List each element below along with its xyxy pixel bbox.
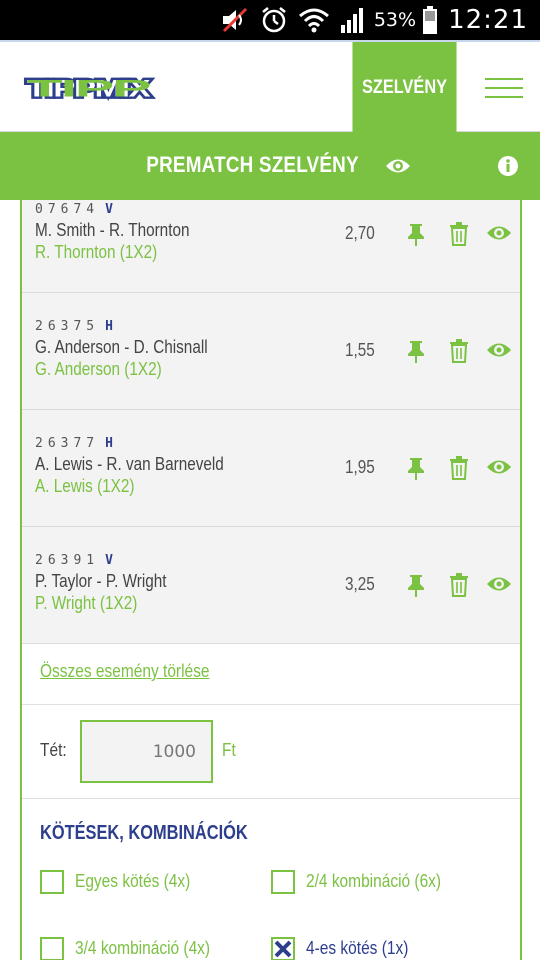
event-code: 26391 xyxy=(35,553,100,568)
bet-row: 07674 V M. Smith - R. Thornton R. Thornto… xyxy=(22,200,520,293)
battery-icon xyxy=(422,6,438,34)
wifi-icon xyxy=(298,7,330,33)
match-name: G. Anderson - D. Chisnall xyxy=(35,337,208,357)
pin-icon[interactable] xyxy=(406,573,426,597)
bet-row: 26391 V P. Taylor - P. Wright P. Wright (… xyxy=(22,527,520,644)
svg-text:TIPP: TIPP xyxy=(27,75,152,101)
bet-pick: G. Anderson (1X2) xyxy=(35,359,162,379)
stake-unit: Ft xyxy=(222,740,236,760)
bet-side: H xyxy=(105,319,113,334)
checkbox-label: 3/4 kombináció (4x) xyxy=(75,938,211,958)
muted-speaker-icon xyxy=(220,6,250,34)
tippmix-logo[interactable]: TIPPMIX TIPP xyxy=(20,75,156,101)
bet-side: H xyxy=(105,436,113,451)
match-name: A. Lewis - R. van Barneveld xyxy=(35,454,224,474)
eye-icon[interactable] xyxy=(385,157,411,175)
eye-icon[interactable] xyxy=(486,575,512,593)
pin-icon[interactable] xyxy=(406,339,426,363)
alarm-icon xyxy=(260,6,288,34)
stake-label: Tét: xyxy=(40,740,67,760)
battery-percent: 53% xyxy=(373,9,417,31)
page-title: PREMATCH SZELVÉNY xyxy=(146,152,360,177)
bet-row: 26375 H G. Anderson - D. Chisnall G. Ande… xyxy=(22,293,520,410)
szelveny-button[interactable]: SZELVÉNY xyxy=(352,42,457,133)
eye-icon[interactable] xyxy=(486,224,512,242)
checkbox-label: 4-es kötés (1x) xyxy=(306,938,409,958)
clock: 12:21 xyxy=(448,5,528,35)
trash-icon[interactable] xyxy=(449,573,469,597)
pin-icon[interactable] xyxy=(406,222,426,246)
bet-odds: 3,25 xyxy=(345,574,375,594)
trash-icon[interactable] xyxy=(449,339,469,363)
bet-pick: P. Wright (1X2) xyxy=(35,593,138,613)
hamburger-icon[interactable] xyxy=(485,78,523,98)
combinations-title: KÖTÉSEK, KOMBINÁCIÓK xyxy=(40,822,248,844)
bet-odds: 1,55 xyxy=(345,340,375,360)
event-code: 26377 xyxy=(35,436,100,451)
eye-icon[interactable] xyxy=(486,341,512,359)
divider xyxy=(22,704,520,705)
trash-icon[interactable] xyxy=(449,456,469,480)
trash-icon[interactable] xyxy=(449,222,469,246)
checkmark-x-icon xyxy=(274,940,292,958)
clear-all-link[interactable]: Összes esemény törlése xyxy=(40,661,209,682)
checkbox-label: 2/4 kombináció (6x) xyxy=(306,871,442,891)
checkbox-label: Egyes kötés (4x) xyxy=(75,871,191,891)
bet-odds: 2,70 xyxy=(345,223,375,243)
match-name: M. Smith - R. Thornton xyxy=(35,220,190,240)
pin-icon[interactable] xyxy=(406,456,426,480)
info-icon[interactable] xyxy=(498,156,518,176)
signal-icon xyxy=(340,7,366,33)
match-name: P. Taylor - P. Wright xyxy=(35,571,167,591)
eye-icon[interactable] xyxy=(486,458,512,476)
bet-slip-panel: 07674 V M. Smith - R. Thornton R. Thornto… xyxy=(20,200,522,960)
title-bar: PREMATCH SZELVÉNY xyxy=(0,132,540,200)
event-code: 26375 xyxy=(35,319,100,334)
bet-pick: A. Lewis (1X2) xyxy=(35,476,135,496)
bet-side: V xyxy=(105,553,113,568)
event-code: 07674 xyxy=(35,202,100,217)
status-bar: 53% 12:21 xyxy=(0,0,540,40)
checkbox-2-4-kombinacio[interactable] xyxy=(271,870,295,894)
stake-input[interactable] xyxy=(80,720,213,783)
divider xyxy=(22,798,520,799)
app-header: TIPPMIX TIPP SZELVÉNY xyxy=(0,40,540,133)
bet-odds: 1,95 xyxy=(345,457,375,477)
bet-side: V xyxy=(105,202,113,217)
checkbox-4-es-kotes[interactable] xyxy=(271,937,295,960)
checkbox-egyes-kotes[interactable] xyxy=(40,870,64,894)
bet-row: 26377 H A. Lewis - R. van Barneveld A. Le… xyxy=(22,410,520,527)
bet-pick: R. Thornton (1X2) xyxy=(35,242,158,262)
checkbox-3-4-kombinacio[interactable] xyxy=(40,937,64,960)
